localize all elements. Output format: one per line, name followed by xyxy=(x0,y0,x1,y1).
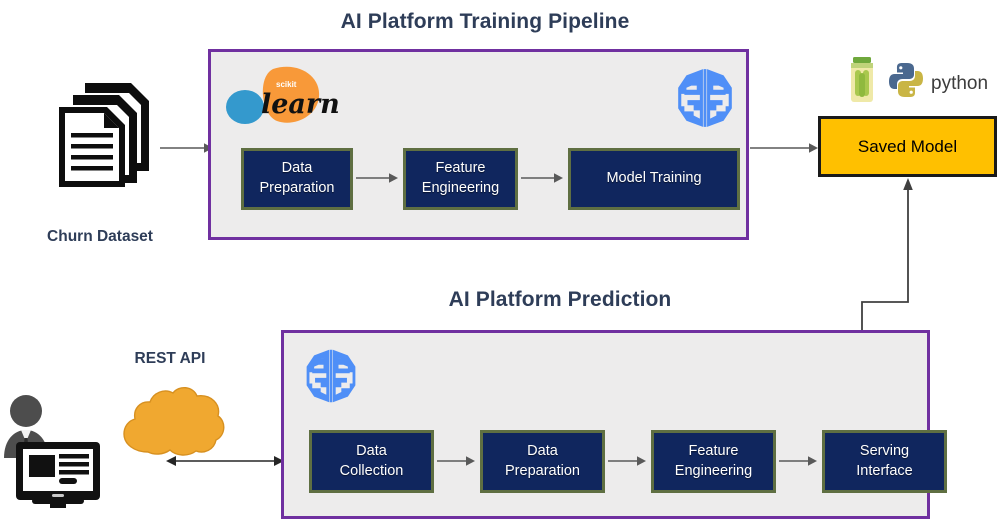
cloud-icon xyxy=(118,382,228,460)
arrow-feature-eng-to-model-training xyxy=(521,170,565,186)
arrow-rest-api-bidirectional xyxy=(166,453,284,469)
documents-stack-icon xyxy=(59,83,149,187)
prediction-step-serving-interface[interactable]: Serving Interface xyxy=(822,430,947,493)
user-at-computer-icon xyxy=(2,386,106,508)
prediction-step-data-collection[interactable]: Data Collection xyxy=(309,430,434,493)
step-label-line1: Feature xyxy=(435,160,486,177)
step-label-line2: Interface xyxy=(856,462,913,479)
prediction-step-data-preparation[interactable]: Data Preparation xyxy=(480,430,605,493)
sklearn-learn-text: learn xyxy=(261,89,340,120)
arrow-data-prep-to-feature-eng-prediction xyxy=(608,453,648,469)
arrow-data-prep-to-feature-eng xyxy=(356,170,400,186)
training-step-data-preparation[interactable]: Data Preparation xyxy=(241,148,353,210)
saved-model-label: Saved Model xyxy=(857,136,958,156)
step-label-line2: Engineering xyxy=(674,462,753,479)
prediction-title: AI Platform Prediction xyxy=(448,288,672,311)
step-label-line1: Data xyxy=(281,160,313,177)
step-label-line2: Preparation xyxy=(505,462,580,479)
arrow-pipeline-to-saved-model xyxy=(750,140,820,156)
arrow-feature-eng-to-serving-interface xyxy=(779,453,819,469)
pickle-jar-icon xyxy=(845,56,879,104)
training-step-model-training[interactable]: Model Training xyxy=(568,148,740,210)
ai-platform-brain-icon-training xyxy=(672,65,738,131)
arrow-data-collection-to-data-prep xyxy=(437,453,477,469)
training-step-feature-engineering[interactable]: Feature Engineering xyxy=(403,148,518,210)
step-label-line2: Collection xyxy=(339,462,404,479)
prediction-panel: Data Collection Data Preparation Feature… xyxy=(281,330,947,519)
python-logo-text: python xyxy=(931,73,988,94)
rest-api-label: REST API xyxy=(134,350,206,367)
step-label-line1: Model Training xyxy=(606,170,702,187)
diagram-canvas: AI Platform Training Pipeline Churn Data… xyxy=(0,0,1000,522)
sklearn-scikit-text: scikit xyxy=(276,80,297,89)
scikit-learn-logo: scikit learn xyxy=(223,65,340,130)
training-pipeline-panel: scikit learn Data Preparation Feature En… xyxy=(208,49,749,240)
step-label-line2: Preparation xyxy=(259,180,335,196)
prediction-step-feature-engineering[interactable]: Feature Engineering xyxy=(651,430,776,493)
saved-model-box[interactable]: Saved Model xyxy=(818,116,997,177)
python-logo-icon: python xyxy=(889,63,988,97)
step-label-line1: Feature xyxy=(688,442,739,459)
step-label-line1: Serving xyxy=(859,442,910,459)
arrow-dataset-to-pipeline xyxy=(160,140,215,156)
churn-dataset-label: Churn Dataset xyxy=(47,228,153,245)
training-pipeline-title: AI Platform Training Pipeline xyxy=(340,10,630,33)
step-label-line1: Data xyxy=(527,442,558,459)
python-logo-wrap: python xyxy=(888,60,988,100)
churn-dataset-icon-wrap xyxy=(45,75,165,187)
step-label-line1: Data xyxy=(356,442,387,459)
step-label-line2: Engineering xyxy=(421,180,500,196)
ai-platform-brain-icon-prediction xyxy=(301,346,361,406)
